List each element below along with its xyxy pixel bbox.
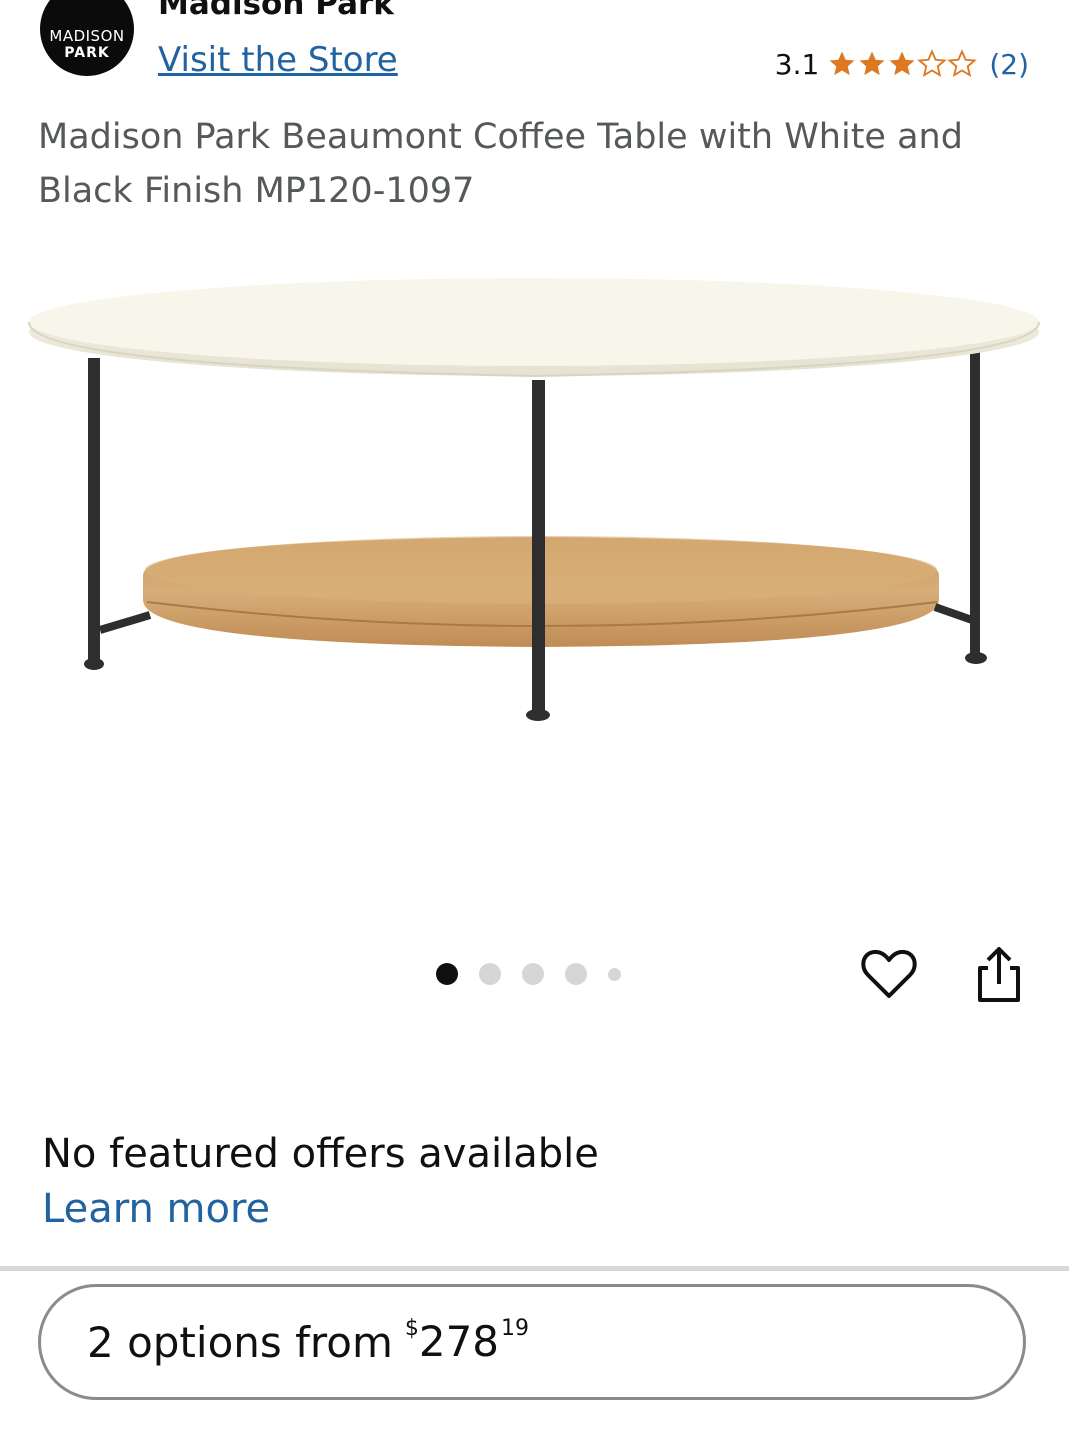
heart-icon[interactable] [858,944,920,1006]
star-filled-icon [859,51,885,76]
carousel-dot[interactable] [479,963,501,985]
star-rating [827,49,978,79]
options-price: $ 278 19 [405,1316,529,1366]
visit-store-link[interactable]: Visit the Store [158,38,398,82]
carousel-dot[interactable] [565,963,587,985]
price-whole: 278 [418,1317,500,1366]
price-fraction: 19 [501,1316,530,1341]
rating-summary[interactable]: 3.1 (2) [775,44,1029,84]
carousel-dot[interactable] [608,967,621,981]
star-filled-icon [889,51,915,76]
section-divider [0,1266,1069,1271]
brand-name[interactable]: Madison Park [158,0,394,22]
product-image[interactable] [20,250,1050,730]
logo-text-line2: PARK [64,44,110,61]
star-empty-icon [947,49,978,78]
carousel-dots[interactable] [436,963,642,985]
options-label: 2 options from [87,1317,393,1367]
carousel-dot-active[interactable] [436,963,458,985]
share-icon[interactable] [968,944,1030,1006]
rating-value: 3.1 [774,47,820,81]
learn-more-link[interactable]: Learn more [42,1183,270,1235]
options-button[interactable]: 2 options from $ 278 19 [38,1284,1026,1400]
price-symbol: $ [404,1316,419,1341]
product-title: Madison Park Beaumont Coffee Table with … [38,117,963,211]
no-offers-message: No featured offers available [42,1131,599,1177]
brand-logo[interactable]: MADISON PARK [40,0,134,76]
logo-text-line1: MADISON [49,26,125,45]
rating-count-link[interactable]: (2) [989,48,1029,81]
star-filled-icon [829,51,855,76]
carousel-dot[interactable] [522,963,544,985]
star-empty-icon [917,49,948,78]
